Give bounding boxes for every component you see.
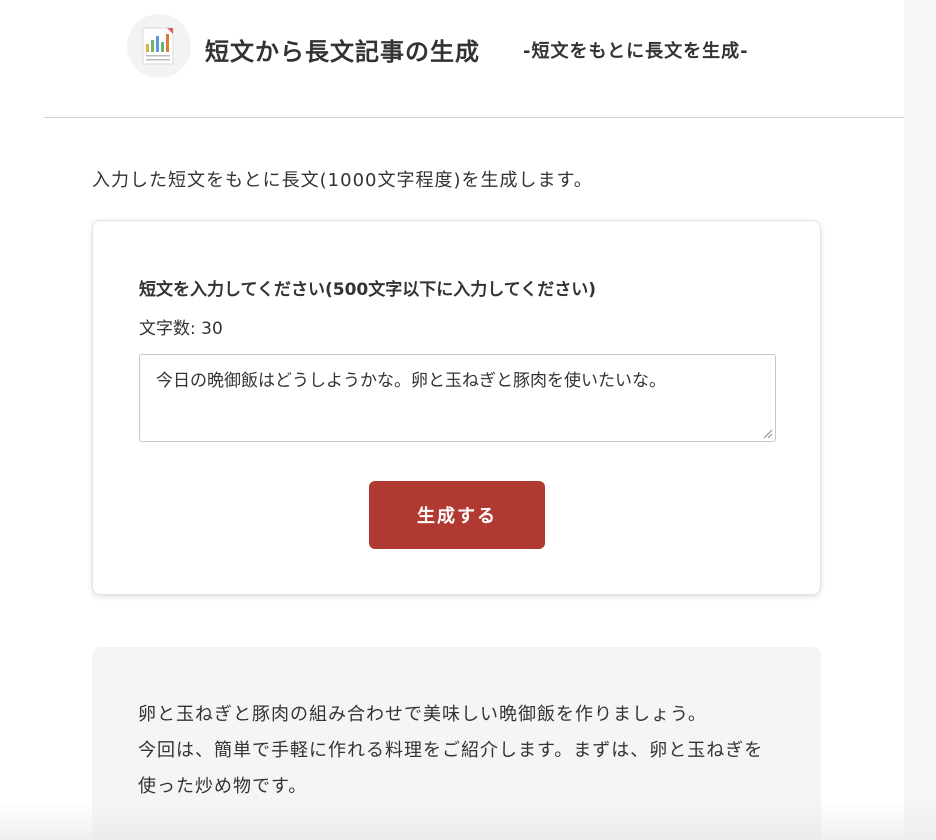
output-text: 卵と玉ねぎと豚肉の組み合わせで美味しい晩御飯を作りましょう。 今回は、簡単で手軽… [138, 697, 778, 805]
generate-button[interactable]: 生成する [369, 481, 545, 549]
input-label: 短文を入力してください(500文字以下に入力してください) [139, 280, 596, 300]
input-card: 短文を入力してください(500文字以下に入力してください) 文字数: 30 今日… [92, 220, 821, 595]
short-text-input[interactable]: 今日の晩御飯はどうしようかな。卵と玉ねぎと豚肉を使いたいな。 [139, 354, 776, 442]
page: 短文から長文記事の生成 -短文をもとに長文を生成- 入力した短文をもとに長文(1… [0, 0, 936, 840]
document-chart-icon [142, 27, 174, 65]
logo [127, 14, 191, 78]
intro-text: 入力した短文をもとに長文(1000文字程度)を生成します。 [92, 170, 593, 191]
page-subtitle: -短文をもとに長文を生成- [523, 41, 749, 62]
output-paragraph: 卵と玉ねぎと豚肉の組み合わせで美味しい晩御飯を作りましょう。 [138, 704, 707, 725]
char-count: 文字数: 30 [139, 319, 223, 339]
header-divider [44, 117, 904, 118]
output-paragraph: 今回は、簡単で手軽に作れる料理をご紹介します。まずは、卵と玉ねぎを使った炒め物で… [138, 740, 764, 797]
header: 短文から長文記事の生成 -短文をもとに長文を生成- [0, 0, 936, 96]
page-title: 短文から長文記事の生成 [205, 38, 480, 66]
resize-grip-icon[interactable] [763, 429, 773, 439]
side-strip [904, 0, 936, 840]
output-card: 卵と玉ねぎと豚肉の組み合わせで美味しい晩御飯を作りましょう。 今回は、簡単で手軽… [92, 647, 821, 840]
